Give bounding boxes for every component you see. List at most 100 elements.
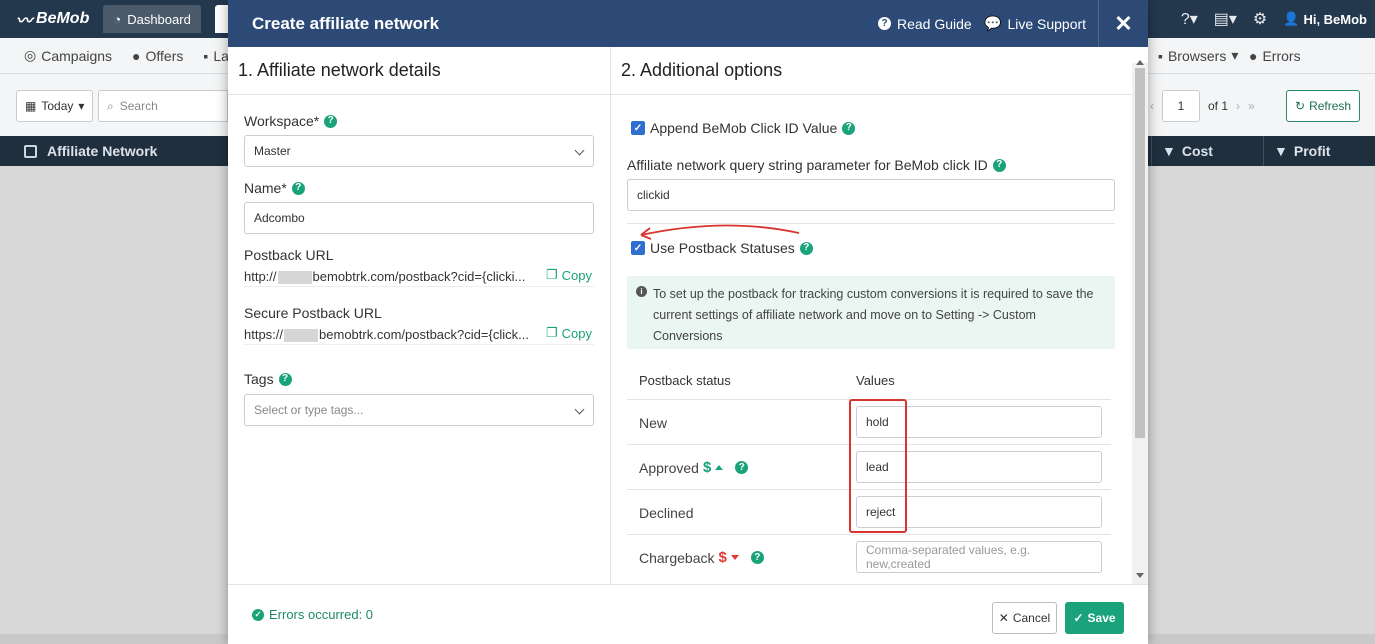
- live-support-link[interactable]: 💬 Live Support: [984, 0, 1086, 47]
- help-icon[interactable]: ?: [735, 461, 749, 474]
- postback-url-label: Postback URL: [244, 247, 334, 263]
- help-icon[interactable]: ?: [278, 372, 292, 386]
- help-icon[interactable]: ?: [992, 158, 1006, 172]
- date-range-dropdown[interactable]: ▦ Today ▾: [16, 90, 94, 122]
- status-label-declined: Declined: [639, 504, 694, 521]
- subnav-browsers[interactable]: ▪ Browsers ▾: [1148, 47, 1248, 64]
- scroll-thumb[interactable]: [1135, 68, 1145, 438]
- column-profit[interactable]: ▼ Profit: [1263, 136, 1375, 166]
- masked-domain: [284, 329, 319, 343]
- info-icon: i: [636, 286, 647, 297]
- tab-dashboard[interactable]: ◔ Dashboard: [103, 5, 201, 33]
- subnav-offers[interactable]: ● Offers: [122, 48, 193, 64]
- chevron-down-icon: ▾: [78, 99, 85, 113]
- copy-postback-button[interactable]: ❐ Copy: [546, 267, 592, 283]
- filter-icon: ▼: [1162, 143, 1176, 159]
- subnav-campaigns[interactable]: ◎ Campaigns: [14, 47, 122, 64]
- workspace-label: Workspace* ?: [244, 113, 338, 129]
- create-affiliate-network-modal: Create affiliate network ? Read Guide 💬 …: [228, 0, 1148, 644]
- read-guide-link[interactable]: ? Read Guide: [878, 0, 972, 47]
- help-menu-icon[interactable]: ?▾: [1181, 9, 1198, 29]
- status-label-chargeback: Chargeback $ ?: [639, 535, 764, 580]
- help-icon[interactable]: ?: [324, 114, 338, 128]
- custom-conversions-info: i To set up the postback for tracking cu…: [627, 276, 1115, 349]
- chevron-down-icon: ▾: [1231, 47, 1239, 63]
- refresh-button[interactable]: ↻ Refresh: [1286, 90, 1361, 122]
- affiliate-network-details-panel: 1. Affiliate network details Workspace* …: [228, 47, 611, 584]
- close-icon: ✕: [1114, 10, 1133, 36]
- scroll-up-icon[interactable]: [1136, 60, 1144, 65]
- status-label-approved: Approved $ ?: [639, 445, 749, 490]
- help-icon[interactable]: ?: [842, 121, 856, 135]
- additional-options-panel: 2. Additional options ✓ Append BeMob Cli…: [611, 47, 1132, 584]
- help-icon[interactable]: ?: [291, 181, 305, 195]
- question-icon: ?: [878, 17, 891, 30]
- secure-postback-url-row: https://bemobtrk.com/postback?cid={click…: [244, 325, 594, 345]
- col-values: Values: [856, 373, 895, 388]
- use-postback-statuses-row: ✓ Use Postback Statuses ?: [631, 240, 813, 256]
- section-title-options: 2. Additional options: [611, 47, 1132, 95]
- campaigns-icon: ◎: [24, 47, 37, 63]
- settings-gear-icon[interactable]: ⚙: [1253, 9, 1267, 29]
- search-input[interactable]: ⌕ Search: [98, 90, 228, 122]
- cancel-button[interactable]: ✕ Cancel: [992, 602, 1057, 634]
- errors-icon: ●: [1249, 47, 1258, 64]
- status-value-chargeback-input[interactable]: Comma-separated values, e.g. new,created: [856, 541, 1102, 573]
- column-cost[interactable]: ▼ Cost: [1151, 136, 1263, 166]
- append-click-id-row: ✓ Append BeMob Click ID Value ?: [631, 120, 856, 136]
- top-right-menu: ?▾ ▤▾ ⚙ 👤 Hi, BeMob: [1181, 0, 1375, 38]
- close-button[interactable]: ✕: [1098, 0, 1148, 47]
- scroll-down-icon[interactable]: [1136, 573, 1144, 578]
- user-menu[interactable]: 👤 Hi, BeMob: [1283, 11, 1367, 27]
- landers-icon: ▪: [203, 47, 209, 64]
- page-total: of 1: [1208, 99, 1229, 113]
- refresh-icon: ↻: [1295, 99, 1306, 113]
- postback-url-row: http://bemobtrk.com/postback?cid={clicki…: [244, 267, 594, 287]
- page-number-input[interactable]: 1: [1162, 90, 1200, 122]
- column-affiliate-network[interactable]: Affiliate Network: [47, 143, 157, 159]
- query-param-input[interactable]: clickid: [627, 179, 1115, 211]
- section-title-details: 1. Affiliate network details: [228, 47, 610, 95]
- use-postback-statuses-checkbox[interactable]: ✓: [631, 241, 645, 255]
- col-postback-status: Postback status: [639, 373, 731, 388]
- append-click-id-checkbox[interactable]: ✓: [631, 121, 645, 135]
- copy-secure-postback-button[interactable]: ❐ Copy: [546, 325, 592, 341]
- offers-icon: ●: [132, 47, 141, 64]
- save-button[interactable]: ✓ Save: [1065, 602, 1124, 634]
- name-input[interactable]: Adcombo: [244, 202, 594, 234]
- red-highlight-annotation: [849, 399, 907, 533]
- next-page-icon[interactable]: ›: [1236, 99, 1240, 113]
- help-icon[interactable]: ?: [750, 551, 764, 564]
- filter-icon: ▼: [1274, 143, 1288, 159]
- subnav-errors[interactable]: ● Errors: [1239, 48, 1311, 64]
- errors-status: ✓ Errors occurred: 0: [252, 607, 373, 622]
- status-label-new: New: [639, 414, 668, 431]
- modal-header: Create affiliate network ? Read Guide 💬 …: [228, 0, 1148, 47]
- close-icon: ✕: [998, 611, 1009, 625]
- user-icon: 👤: [1283, 11, 1300, 26]
- last-page-icon[interactable]: »: [1248, 99, 1255, 113]
- name-label: Name* ?: [244, 180, 305, 196]
- copy-icon: ❐: [545, 267, 558, 282]
- workspace-select[interactable]: Master: [244, 135, 594, 167]
- reports-menu-icon[interactable]: ▤▾: [1214, 9, 1237, 29]
- tags-select[interactable]: Select or type tags...: [244, 394, 594, 426]
- search-icon: ⌕: [107, 98, 114, 113]
- calendar-icon: ▦: [25, 99, 37, 113]
- logo-mark-icon: 〰: [16, 13, 33, 30]
- select-all-checkbox[interactable]: [24, 144, 37, 158]
- chat-icon: 💬: [984, 15, 1002, 31]
- copy-icon: ❐: [545, 325, 558, 340]
- check-icon: ✓: [1073, 611, 1084, 625]
- browsers-icon: ▪: [1158, 47, 1163, 64]
- tags-label: Tags ?: [244, 371, 292, 387]
- dollar-icon: $: [702, 459, 712, 476]
- help-icon[interactable]: ?: [799, 241, 813, 255]
- query-param-label: Affiliate network query string parameter…: [627, 157, 1006, 173]
- dollar-icon: $: [718, 549, 727, 566]
- modal-scrollbar[interactable]: [1132, 60, 1148, 584]
- prev-page-icon[interactable]: ‹: [1150, 99, 1154, 113]
- secure-postback-url-label: Secure Postback URL: [244, 305, 382, 321]
- bemob-logo[interactable]: 〰 BeMob: [16, 7, 89, 31]
- arrow-down-icon: [730, 555, 739, 560]
